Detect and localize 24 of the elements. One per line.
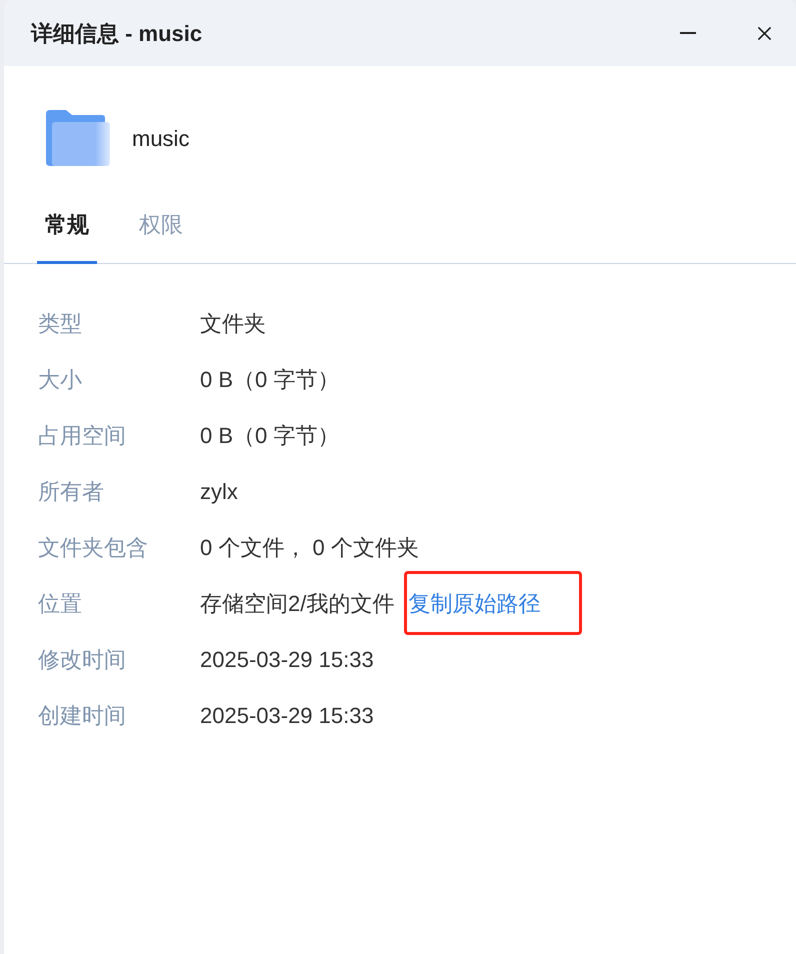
- property-value: 0 B（0 字节）: [200, 366, 340, 394]
- property-value: 2025-03-29 15:33: [200, 646, 374, 674]
- property-label: 位置: [38, 590, 83, 618]
- property-value: 文件夹: [200, 310, 266, 338]
- folder-name: music: [132, 124, 190, 152]
- close-icon: [758, 26, 770, 40]
- property-value: 0 B（0 字节）: [200, 422, 340, 450]
- property-label: 创建时间: [38, 702, 127, 730]
- tab[interactable]: 权限: [131, 190, 191, 264]
- folder-icon: [46, 110, 110, 166]
- property-value: 2025-03-29 15:33: [200, 702, 374, 730]
- property-value: 存储空间2/我的文件: [200, 590, 394, 618]
- property-label: 类型: [38, 310, 83, 338]
- tab[interactable]: 常规: [37, 190, 97, 264]
- window-title: 详细信息 - music: [31, 20, 202, 48]
- minimize-icon: [680, 32, 696, 34]
- property-label: 所有者: [38, 478, 105, 506]
- property-label: 文件夹包含: [38, 534, 149, 562]
- property-label: 大小: [38, 366, 83, 394]
- property-label: 占用空间: [38, 422, 127, 450]
- property-label: 修改时间: [38, 646, 127, 674]
- property-value: zylx: [200, 478, 238, 506]
- property-value: 0 个文件， 0 个文件夹: [200, 534, 419, 562]
- copy-path-link[interactable]: 复制原始路径: [408, 586, 540, 620]
